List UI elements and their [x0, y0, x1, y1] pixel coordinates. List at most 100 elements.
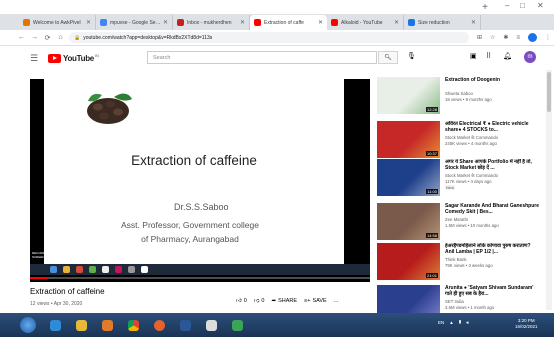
forward-icon[interactable]: → — [30, 34, 39, 41]
word-icon[interactable] — [174, 316, 196, 334]
thumbs-up-icon: 👍︎ — [236, 298, 242, 304]
recommended-video-meta: 79K views • 3 weeks ago — [445, 263, 493, 268]
notifications-bell-icon[interactable]: 🔔︎ — [503, 52, 512, 60]
url-input[interactable]: 🔒 youtube.com/watch?app=desktop&v=RkdBs2… — [69, 32, 469, 43]
tab-close-icon[interactable]: ✕ — [86, 19, 91, 26]
recommended-video-meta: 1.5M views • 10 months ago — [445, 223, 499, 228]
recommended-video-title[interactable]: अगर ये Share आपके Portfolio में नहीं है … — [445, 159, 540, 171]
apps-grid-icon[interactable]: ⠿ — [486, 52, 491, 60]
translate-icon[interactable]: ⊞ — [477, 34, 482, 41]
browser-tab[interactable]: Welcome to AwkPivel ✕ — [19, 15, 96, 30]
video-thumbnail[interactable]: 11:00 — [377, 159, 440, 196]
maximize-icon[interactable]: □ — [520, 1, 525, 10]
recommended-video-channel[interactable]: Think Bank — [445, 257, 467, 262]
recommended-video-channel[interactable]: Zee Marathi — [445, 217, 468, 222]
browser-tab[interactable]: mpuvse - Google Search ✕ — [96, 15, 173, 30]
minimize-icon[interactable]: – — [505, 1, 509, 10]
recommended-video-card[interactable]: 21:01 हेअरहैण्डमहिलाने लोके कोणावा पुरुष … — [377, 243, 542, 283]
search-icon[interactable]: 🔍︎ — [378, 51, 398, 64]
embedded-app-icon — [50, 266, 57, 273]
video-thumbnail[interactable]: 14:58 — [377, 203, 440, 240]
browser-tab[interactable]: Size reduction ✕ — [404, 15, 481, 30]
recommended-video-meta: 3.6M views • 1 month ago — [445, 305, 495, 310]
browser-tab[interactable]: Inbox - mukherdhen ✕ — [173, 15, 250, 30]
video-thumbnail[interactable]: 21:01 — [377, 243, 440, 280]
tab-close-icon[interactable]: ✕ — [240, 19, 245, 26]
recommended-video-title[interactable]: हेअरहैण्डमहिलाने लोके कोणावा पुरुष कराता… — [445, 243, 540, 255]
lock-icon: 🔒 — [74, 34, 81, 41]
recommended-video-title[interactable]: अविरत Electrical ₹ ● Electric vehicle sh… — [445, 121, 540, 133]
tab-title: Welcome to AwkPivel — [33, 19, 81, 26]
recommended-video-card[interactable]: 14:58 Sagar Karande And Bharat Ganeshpure… — [377, 203, 542, 243]
clock-date: 16/02/2021 — [515, 324, 538, 329]
extensions-icon[interactable]: ✱ — [503, 34, 508, 41]
recommended-video-channel[interactable]: SET India — [445, 299, 464, 304]
close-window-icon[interactable]: ✕ — [537, 1, 544, 10]
tab-close-icon[interactable]: ✕ — [318, 19, 323, 26]
recommended-video-channel[interactable]: Shweta Saboo — [445, 91, 473, 96]
tray-arrow-icon[interactable]: ▲ — [449, 320, 453, 325]
scrollbar-thumb[interactable] — [547, 72, 551, 112]
reading-list-icon[interactable]: ≡ — [516, 35, 520, 41]
recommended-video-title[interactable]: Sagar Karande And Bharat Ganeshpure Come… — [445, 203, 540, 215]
slide-role-line-2: of Pharmacy, Aurangabad — [141, 234, 239, 244]
embedded-app-icon — [76, 266, 83, 273]
tab-favicon-icon — [254, 19, 261, 26]
chrome-icon[interactable] — [122, 316, 144, 334]
recommended-video-title[interactable]: Arunita ● 'Satyam Shivam Sundaram' गाते … — [445, 285, 540, 297]
share-icon: ➦ — [271, 298, 277, 304]
save-button[interactable]: ≡+ SAVE — [304, 298, 327, 304]
hamburger-menu-icon[interactable]: ☰ — [30, 53, 38, 64]
share-label: SHARE — [278, 298, 298, 304]
browser-tab[interactable]: Extraction of caffe ✕ — [250, 15, 327, 30]
language-indicator[interactable]: EN — [438, 320, 444, 325]
home-icon[interactable]: ⌂ — [56, 34, 65, 41]
new-tab-button[interactable]: + — [479, 2, 491, 14]
windows-start-button[interactable] — [20, 317, 36, 333]
tab-close-icon[interactable]: ✕ — [394, 19, 399, 26]
tab-close-icon[interactable]: ✕ — [471, 19, 476, 26]
volume-icon[interactable]: 🔊︎ — [466, 320, 469, 325]
network-icon[interactable]: ▮ — [459, 319, 461, 325]
recommended-video-card[interactable]: 11:00 अगर ये Share आपके Portfolio में नही… — [377, 159, 542, 199]
share-button[interactable]: ➦ SHARE — [271, 298, 297, 304]
video-player[interactable]: Extraction of caffeine Dr.S.S.Saboo Asst… — [30, 79, 370, 282]
system-clock[interactable]: 3:20 PM 16/02/2021 — [515, 318, 538, 330]
reload-icon[interactable]: ⟳ — [43, 34, 52, 42]
tab-title: Extraction of caffe — [264, 19, 304, 26]
page-scrollbar[interactable] — [546, 70, 552, 310]
media-player-icon[interactable] — [96, 316, 118, 334]
menu-icon[interactable]: ⋮ — [545, 34, 551, 41]
ie-icon[interactable] — [44, 316, 66, 334]
create-video-icon[interactable]: ▣ — [470, 52, 477, 60]
video-thumbnail[interactable]: 10:37 — [377, 121, 440, 158]
back-icon[interactable]: ← — [17, 34, 26, 41]
bookmark-star-icon[interactable]: ☆ — [490, 34, 495, 41]
recommended-video-card[interactable]: 10:37 अविरत Electrical ₹ ● Electric vehic… — [377, 121, 542, 161]
coffee-beans-image — [87, 93, 132, 124]
dislike-button[interactable]: 👎︎ 0 — [254, 298, 265, 304]
recommended-video-card[interactable]: 12:28 Extraction of Doogenin Shweta Saboo 1… — [377, 77, 542, 117]
slide-author: Dr.S.S.Saboo — [174, 202, 229, 212]
like-count: 0 — [243, 298, 247, 304]
like-button[interactable]: 👍︎ 0 — [236, 298, 247, 304]
microphone-icon[interactable]: 🎙︎ — [407, 52, 416, 60]
video-thumbnail[interactable]: 12:28 — [377, 77, 440, 114]
video-duration: 21:01 — [425, 273, 438, 278]
tab-title: Alkaloid - YouTube — [341, 19, 383, 26]
search-input[interactable]: Search — [147, 51, 377, 64]
more-actions-button[interactable]: ... — [334, 298, 339, 304]
embedded-app-icon — [89, 266, 96, 273]
chrome-window-icon[interactable] — [200, 316, 222, 334]
account-avatar[interactable]: m — [524, 51, 536, 63]
tab-close-icon[interactable]: ✕ — [163, 19, 168, 26]
new-badge: New — [445, 185, 456, 190]
recommended-video-title[interactable]: Extraction of Doogenin — [445, 77, 540, 83]
video-progress-bar[interactable] — [30, 277, 370, 279]
firefox-icon[interactable] — [148, 316, 170, 334]
browser-tab[interactable]: Alkaloid - YouTube ✕ — [327, 15, 404, 30]
file-explorer-icon[interactable] — [70, 316, 92, 334]
profile-avatar[interactable] — [527, 33, 537, 42]
screencast-icon[interactable] — [226, 316, 248, 334]
youtube-logo[interactable]: YouTube IN — [48, 53, 99, 63]
